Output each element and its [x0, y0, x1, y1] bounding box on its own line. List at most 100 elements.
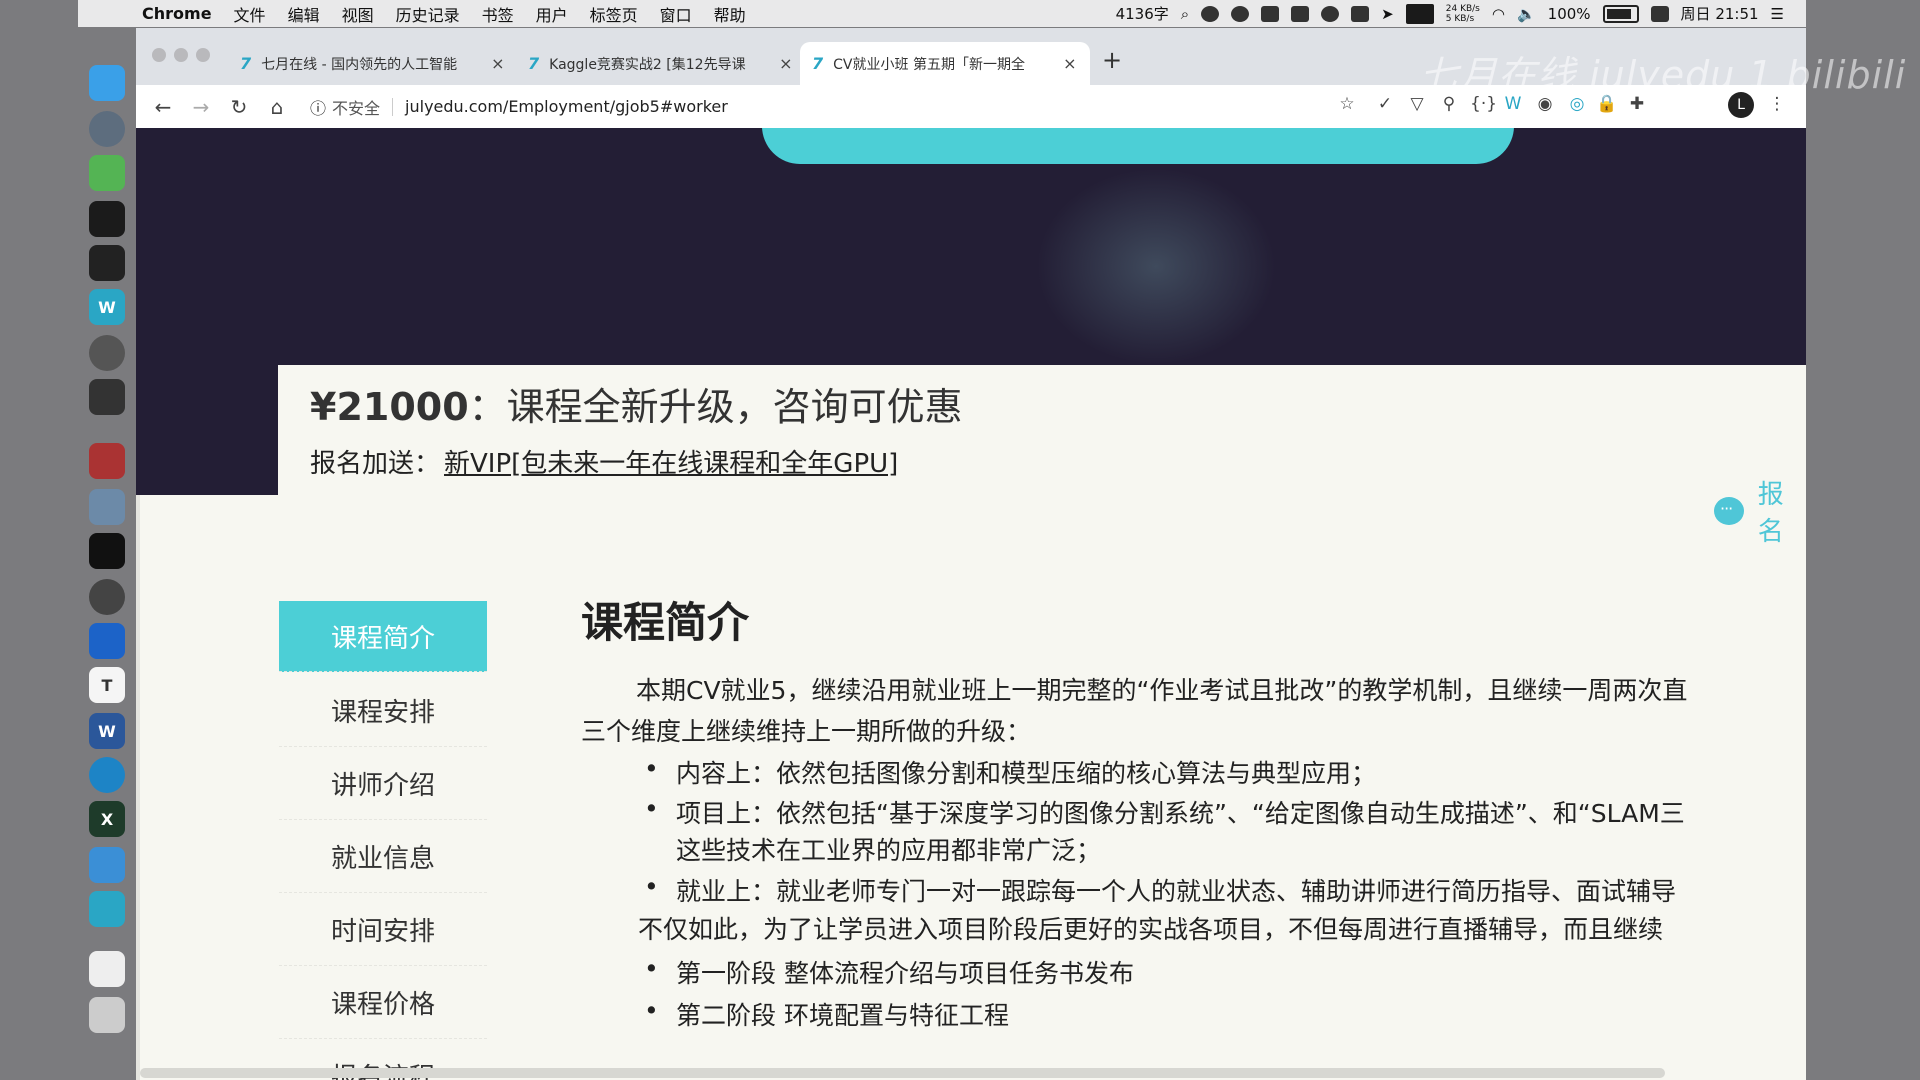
bookmark-star-icon[interactable]: ☆ [1336, 94, 1358, 116]
hero-title-pill [762, 128, 1514, 164]
preview-icon[interactable] [89, 489, 125, 525]
bonus-line: 报名加送： 新VIP[包未来一年在线课程和全年GPU] [310, 443, 898, 480]
intro-paragraph-line-2: 三个维度上继续维持上一期所做的升级： [581, 717, 1032, 746]
menu-bookmarks[interactable]: 书签 [482, 2, 514, 26]
info-icon[interactable]: ⓘ [310, 95, 326, 119]
window-zoom-button[interactable] [196, 48, 210, 62]
video-watermark: 七月在线 julyedu 1 bilibili [1420, 53, 1907, 97]
send-tray-icon[interactable]: ➤ [1381, 5, 1394, 23]
vscode-icon[interactable] [89, 847, 125, 883]
youdao-icon[interactable] [89, 443, 125, 479]
tab-julyedu-home[interactable]: 7 七月在线 - 国内领先的人工智能 × [228, 42, 508, 85]
sidenav-item-employment[interactable]: 就业信息 [279, 820, 487, 893]
menu-window[interactable]: 窗口 [660, 2, 692, 26]
stage-1: 第一阶段 整体流程介绍与项目任务书发布 [644, 954, 1134, 990]
close-icon[interactable]: × [1063, 54, 1076, 73]
url-text[interactable]: julyedu.com/Employment/gjob5#worker [405, 97, 728, 116]
finder-icon[interactable] [89, 65, 125, 101]
back-button[interactable]: ← [144, 95, 182, 119]
window-close-button[interactable] [152, 48, 166, 62]
cloud-icon[interactable] [89, 891, 125, 927]
menu-view[interactable]: 视图 [342, 2, 374, 26]
app-tray-icon[interactable] [1201, 5, 1220, 22]
price-amount: ¥21000 [310, 385, 469, 429]
sidenav-item-instructors[interactable]: 讲师介绍 [279, 747, 487, 820]
spotlight-icon[interactable]: ⌕ [1181, 5, 1189, 23]
julyedu-favicon-icon: 7 [240, 54, 252, 73]
bullet-projects: 项目上：依然包括“基于深度学习的图像分割系统”、“给定图像自动生成描述”、和“S… [644, 794, 1685, 830]
bonus-vip-link[interactable]: 新VIP[包未来一年在线课程和全年GPU] [444, 449, 898, 479]
price-heading: ¥21000：课程全新升级，咨询可优惠 [310, 376, 963, 431]
signup-float-button[interactable]: 报名 [1714, 474, 1806, 548]
sync-tray-icon[interactable] [1351, 5, 1370, 22]
list-menu-icon[interactable]: ☰ [1771, 5, 1784, 23]
window-minimize-button[interactable] [174, 48, 188, 62]
home-button[interactable]: ⌂ [258, 95, 296, 119]
browser-window: 7 七月在线 - 国内领先的人工智能 × 7 Kaggle竞赛实战2 [集12先… [136, 28, 1806, 1080]
settings-icon[interactable] [89, 335, 125, 371]
sidenav-item-intro[interactable]: 课程简介 [279, 601, 487, 672]
dock: W T W X [78, 45, 136, 1045]
wechat-tray-icon[interactable] [1321, 5, 1340, 22]
menu-edit[interactable]: 编辑 [288, 2, 320, 26]
menu-tabs[interactable]: 标签页 [590, 2, 638, 26]
pycharm-icon[interactable] [89, 579, 125, 615]
menu-file[interactable]: 文件 [234, 2, 266, 26]
display-tray-icon[interactable] [1405, 3, 1434, 24]
hero-banner [136, 128, 1806, 365]
menu-help[interactable]: 帮助 [714, 2, 746, 26]
s-tray-icon[interactable] [1650, 5, 1669, 22]
typora-icon[interactable]: T [89, 667, 125, 703]
qq-tray-icon[interactable] [1231, 5, 1250, 22]
word-icon[interactable]: W [89, 713, 125, 749]
sidenav-item-schedule[interactable]: 课程安排 [279, 674, 487, 747]
mindnode-icon[interactable] [89, 623, 125, 659]
close-icon[interactable]: × [779, 54, 792, 73]
volume-icon[interactable]: 🔈 [1517, 5, 1536, 23]
signup-label: 报名 [1757, 480, 1784, 547]
check-extension-icon[interactable]: ✓ [1374, 94, 1396, 116]
word-count: 4136字 [1115, 5, 1169, 23]
new-tab-button[interactable]: + [1102, 46, 1122, 74]
trash-icon[interactable] [89, 997, 125, 1033]
section-sidenav: 课程简介 课程安排 讲师介绍 就业信息 时间安排 课程价格 报名流程 [279, 601, 487, 1080]
battery-icon[interactable] [1602, 4, 1639, 23]
browser-icon[interactable] [89, 111, 125, 147]
stack-tray-icon[interactable] [1291, 5, 1310, 22]
separator [392, 97, 394, 116]
teamviewer-icon[interactable] [89, 757, 125, 793]
clock[interactable]: 周日 21:51 [1681, 3, 1759, 24]
wechat-icon[interactable] [89, 155, 125, 191]
tab-kaggle[interactable]: 7 Kaggle竞赛实战2 [集12先导课 × [516, 42, 796, 85]
security-label: 不安全 [332, 98, 381, 118]
web-page: ¥21000：课程全新升级，咨询可优惠 报名加送： 新VIP[包未来一年在线课程和… [136, 128, 1806, 1080]
reload-button[interactable]: ↻ [220, 95, 258, 119]
bonus-label: 报名加送： [310, 449, 441, 479]
chat-tray-icon[interactable] [1261, 5, 1280, 22]
console-icon[interactable] [89, 533, 125, 569]
document-icon[interactable] [89, 951, 125, 987]
close-icon[interactable]: × [491, 54, 504, 73]
qq-icon[interactable] [89, 201, 125, 237]
tab-cv-employment[interactable]: 7 CV就业小班 第五期「新一期全 × [800, 42, 1090, 85]
horizontal-scrollbar[interactable] [140, 1068, 1665, 1078]
terminal-icon[interactable] [89, 245, 125, 281]
sidenav-item-timing[interactable]: 时间安排 [279, 893, 487, 966]
menu-history[interactable]: 历史记录 [396, 2, 460, 26]
bullet-employment: 就业上：就业老师专门一对一跟踪每一个人的就业状态、辅助讲师进行简历指导、面试辅导 [644, 872, 1676, 908]
address-bar[interactable]: ⓘ 不安全 julyedu.com/Employment/gjob5#worke… [310, 95, 728, 119]
menu-chrome[interactable]: Chrome [142, 4, 212, 23]
sublime-icon[interactable] [89, 379, 125, 415]
forward-button[interactable]: → [182, 95, 220, 119]
sidenav-item-price[interactable]: 课程价格 [279, 966, 487, 1039]
julyedu-favicon-icon: 7 [812, 54, 824, 73]
wps-icon[interactable]: W [89, 289, 125, 325]
battery-percent: 100% [1547, 4, 1591, 23]
menu-user[interactable]: 用户 [536, 2, 568, 26]
excel-icon[interactable]: X [89, 801, 125, 837]
page-left-edge [136, 495, 140, 1080]
chat-bubble-icon [1714, 497, 1744, 525]
section-title: 课程简介 [581, 598, 750, 647]
wifi-icon[interactable]: ◠ [1492, 5, 1505, 23]
stage-2: 第二阶段 环境配置与特征工程 [644, 996, 1009, 1032]
